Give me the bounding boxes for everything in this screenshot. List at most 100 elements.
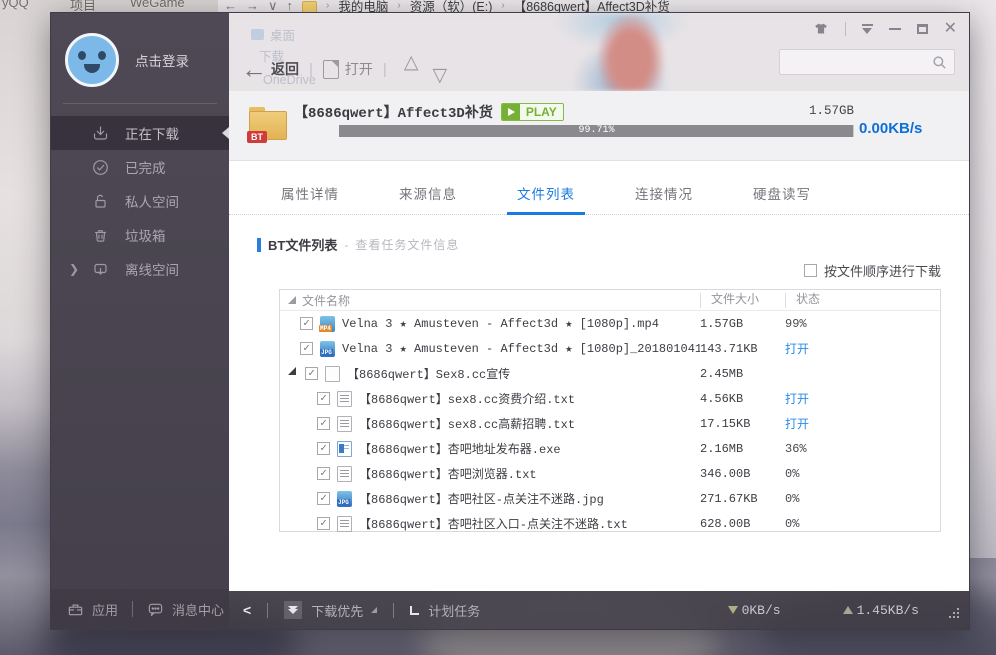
file-checkbox[interactable] <box>300 317 313 330</box>
breadcrumb-separator: › <box>501 0 505 11</box>
file-row[interactable]: Velna 3 ★ Amusteven - Affect3d ★ [1080p]… <box>280 336 940 361</box>
app-window: 点击登录 正在下载 已完成私人空间垃圾箱 ❯ 离线空间 应用 消息中心 桌面 下载 O… <box>50 12 970 630</box>
file-row[interactable]: 【8686qwert】杏吧地址发布器.exe 2.16MB 36% <box>280 436 940 461</box>
message-bubble-icon <box>148 603 163 616</box>
mp4-file-icon <box>319 315 335 332</box>
scheduled-tasks-button[interactable]: 计划任务 <box>428 601 480 620</box>
file-checkbox[interactable] <box>317 392 330 405</box>
progress-bar: 99.71% <box>339 125 854 137</box>
checkbox-icon[interactable] <box>803 264 817 277</box>
avatar-mouth <box>84 64 100 73</box>
file-row[interactable]: 【8686qwert】sex8.cc资费介绍.txt 4.56KB 打开 <box>280 386 940 411</box>
open-file-link[interactable]: 打开 <box>785 415 940 432</box>
up-arrow-icon <box>842 606 853 614</box>
download-priority-icon[interactable] <box>284 601 303 619</box>
skin-icon[interactable] <box>813 21 829 37</box>
login-label[interactable]: 点击登录 <box>135 50 189 70</box>
sidebar-item-1[interactable]: 正在下载 <box>51 116 229 150</box>
ghost-wallpaper-image <box>521 13 721 91</box>
downloading-icon <box>93 126 108 140</box>
file-row[interactable]: Velna 3 ★ Amusteven - Affect3d ★ [1080p]… <box>280 311 940 336</box>
task-header[interactable]: BT 【8686qwert】Affect3D补货 PLAY 1.57GB 99.… <box>229 91 969 161</box>
file-checkbox[interactable] <box>317 417 330 430</box>
search-input[interactable] <box>786 50 931 74</box>
file-checkbox[interactable] <box>317 442 330 455</box>
expand-corner-icon[interactable] <box>371 607 378 613</box>
file-row[interactable]: 【8686qwert】sex8.cc高薪招聘.txt 17.15KB 打开 <box>280 411 940 436</box>
collapse-all-icon[interactable] <box>288 296 296 304</box>
search-box[interactable] <box>779 49 955 75</box>
search-icon[interactable] <box>932 55 947 70</box>
apps-button[interactable]: 应用 <box>67 600 118 619</box>
tab-1[interactable]: 属性详情 <box>279 175 341 214</box>
back-arrow-icon[interactable]: ← <box>241 56 267 82</box>
download-priority-button[interactable]: 下载优先 <box>311 601 363 620</box>
move-up-icon[interactable]: △ <box>404 51 419 87</box>
file-table-header: 文件名称 文件大小 状态 <box>280 290 940 311</box>
sidebar-item-2[interactable]: 已完成 <box>51 150 229 184</box>
file-name: 【8686qwert】杏吧地址发布器.exe <box>359 443 561 457</box>
file-name: 【8686qwert】杏吧社区入口-点关注不迷路.txt <box>359 518 628 532</box>
column-name[interactable]: 文件名称 <box>280 292 700 309</box>
file-name: 【8686qwert】sex8.cc资费介绍.txt <box>359 393 576 407</box>
toolbar: 桌面 下载 OneDrive ← 返回 | 打开 | △ ▽ ✕ <box>229 13 969 91</box>
file-checkbox[interactable] <box>305 367 318 380</box>
file-checkbox[interactable] <box>317 517 330 530</box>
tab-4[interactable]: 连接情况 <box>633 175 695 214</box>
close-icon[interactable]: ✕ <box>944 21 957 37</box>
file-rows: Velna 3 ★ Amusteven - Affect3d ★ [1080p]… <box>280 311 940 536</box>
toolbar-separator: | <box>382 60 387 78</box>
file-size: 17.15KB <box>700 416 751 431</box>
speed-indicators: 0KB/s 1.45KB/s <box>727 591 969 629</box>
open-button[interactable]: 打开 <box>345 59 373 79</box>
resize-grip[interactable] <box>949 608 961 620</box>
collapse-sidebar-icon[interactable]: < <box>243 602 251 618</box>
back-button[interactable]: 返回 <box>271 59 299 79</box>
maximize-icon[interactable] <box>916 24 928 34</box>
file-checkbox[interactable] <box>300 342 313 355</box>
bottombar-divider <box>393 602 395 618</box>
open-file-link[interactable]: 打开 <box>785 340 940 357</box>
trash-icon <box>95 229 106 242</box>
file-size: 143.71KB <box>700 341 758 356</box>
file-row[interactable]: 【8686qwert】杏吧浏览器.txt 346.00B 0% <box>280 461 940 486</box>
open-file-link[interactable]: 打开 <box>785 390 940 407</box>
file-row[interactable]: 【8686qwert】Sex8.cc宣传 2.45MB <box>280 361 940 386</box>
sidebar-item-label: 私人空间 <box>125 195 179 210</box>
collapse-group-icon[interactable] <box>288 366 296 375</box>
tab-2[interactable]: 来源信息 <box>397 175 459 214</box>
avatar-eye <box>78 51 86 60</box>
column-status[interactable]: 状态 <box>785 292 940 308</box>
window-controls: ✕ <box>813 21 957 37</box>
menu-icon[interactable] <box>861 24 873 34</box>
bt-folder-icon: BT <box>247 107 287 143</box>
file-name: 【8686qwert】Sex8.cc宣传 <box>347 368 511 382</box>
file-row[interactable]: 【8686qwert】杏吧社区-点关注不迷路.jpg 271.67KB 0% <box>280 486 940 511</box>
file-checkbox[interactable] <box>317 467 330 480</box>
task-detail-panel: 属性详情 来源信息 文件列表 连接情况 硬盘读写 BT文件列表 - 查看任务文件信息 按… <box>229 161 969 591</box>
bottom-bar: < 下载优先 计划任务 0KB/s 1.45KB/s <box>229 591 969 629</box>
expand-chevron-icon[interactable]: ❯ <box>69 262 79 276</box>
upload-speed: 1.45KB/s <box>842 603 919 618</box>
column-size[interactable]: 文件大小 <box>700 292 785 308</box>
file-icon <box>325 365 340 382</box>
section-subtitle: 查看任务文件信息 <box>355 238 460 252</box>
minimize-icon[interactable] <box>888 28 901 30</box>
download-order-checkbox[interactable]: 按文件顺序进行下载 <box>803 261 941 280</box>
file-checkbox[interactable] <box>317 492 330 505</box>
file-name: 【8686qwert】sex8.cc高薪招聘.txt <box>359 418 576 432</box>
move-down-icon[interactable]: ▽ <box>432 51 447 87</box>
tab-5[interactable]: 硬盘读写 <box>751 175 813 214</box>
sidebar-item-3[interactable]: 私人空间 <box>51 184 229 218</box>
tab-3[interactable]: 文件列表 <box>507 175 585 215</box>
desktop-icon-label[interactable]: yQQ <box>2 0 29 10</box>
avatar[interactable] <box>65 33 119 87</box>
user-login-area[interactable]: 点击登录 <box>51 13 229 103</box>
sidebar-item-5[interactable]: ❯ 离线空间 <box>51 252 229 286</box>
play-button[interactable]: PLAY <box>500 103 564 121</box>
sidebar-item-4[interactable]: 垃圾箱 <box>51 218 229 252</box>
desktop-icon-label[interactable]: WeGame <box>130 0 185 10</box>
exe-file-icon <box>337 440 352 457</box>
message-center-button[interactable]: 消息中心 <box>147 600 224 619</box>
file-row[interactable]: 【8686qwert】杏吧社区入口-点关注不迷路.txt 628.00B 0% <box>280 511 940 536</box>
